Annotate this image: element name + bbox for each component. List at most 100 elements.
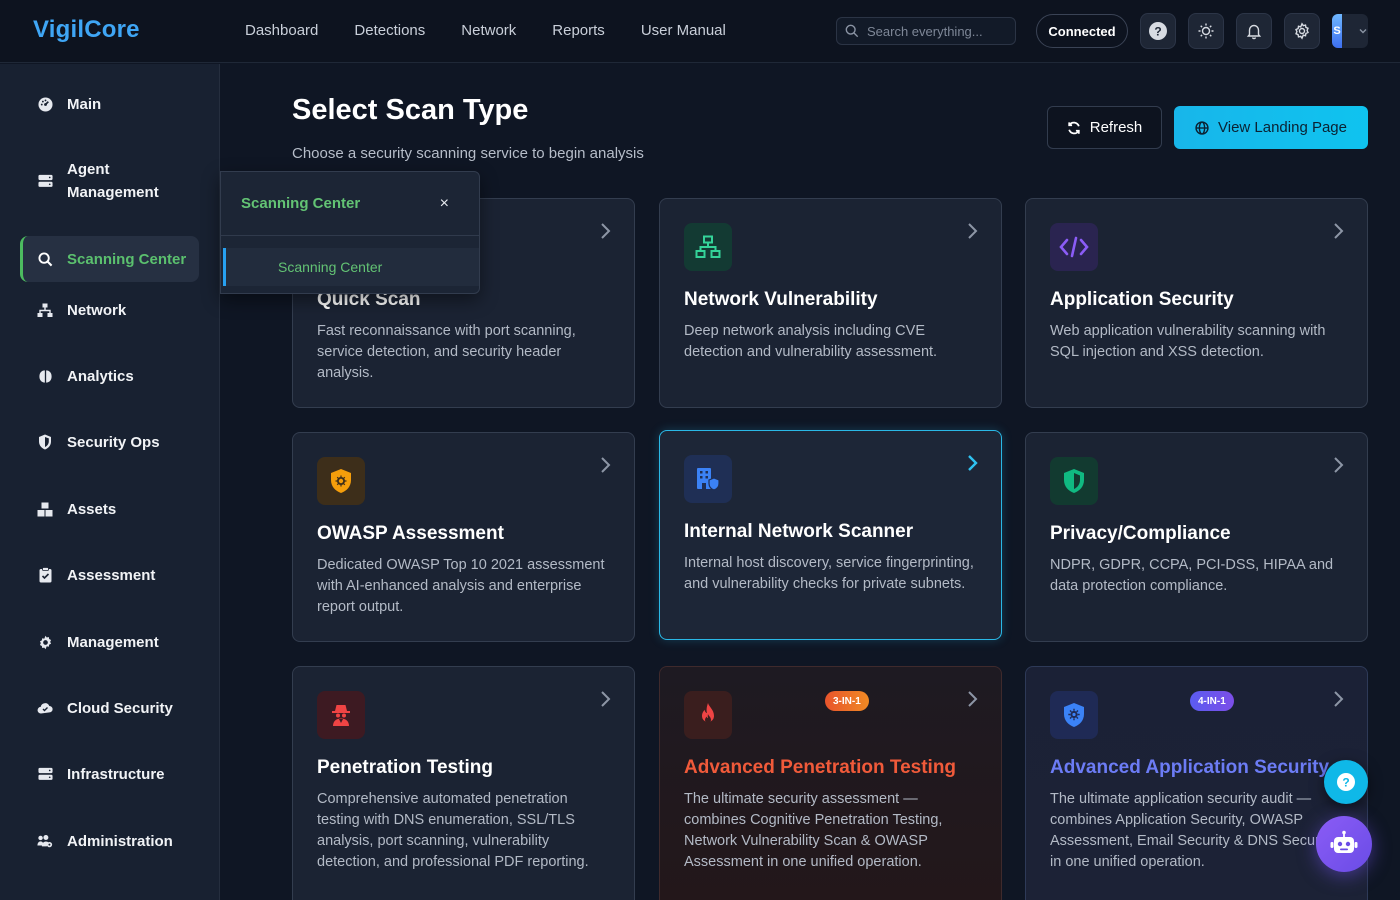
card-description: NDPR, GDPR, CCPA, PCI-DSS, HIPAA and dat… (1050, 557, 1334, 594)
chevron-right-icon (1334, 223, 1344, 239)
sidebar-item-assets[interactable]: Assets (20, 498, 199, 520)
card-privacy-compliance[interactable]: Privacy/Compliance NDPR, GDPR, CCPA, PCI… (1025, 432, 1368, 642)
svg-text:?: ? (1154, 25, 1161, 39)
shield-half-icon (1050, 457, 1098, 505)
nav-detections[interactable]: Detections (354, 22, 425, 39)
card-title: Application Security (1050, 289, 1234, 310)
nav-dashboard[interactable]: Dashboard (245, 22, 318, 39)
card-title: Advanced Application Security (1050, 757, 1330, 778)
brain-icon (37, 368, 53, 384)
help-button[interactable]: ? (1140, 13, 1176, 49)
theme-toggle-button[interactable] (1188, 13, 1224, 49)
help-chat-button[interactable]: ? (1324, 760, 1368, 804)
chevron-right-icon (1334, 691, 1344, 707)
sidebar-item-label: Analytics (67, 367, 134, 385)
sidebar-item-label: Assets (67, 500, 117, 518)
top-nav: Dashboard Detections Network Reports Use… (245, 22, 726, 39)
page-title: Select Scan Type (292, 94, 529, 126)
card-advanced-application-security[interactable]: 4-IN-1 Advanced Application Security The… (1025, 666, 1368, 900)
search-input[interactable] (867, 23, 1007, 39)
card-description: Fast reconnaissance with port scanning, … (317, 323, 576, 381)
card-title: Privacy/Compliance (1050, 523, 1231, 544)
bell-icon (1246, 24, 1262, 40)
settings-button[interactable] (1284, 13, 1320, 49)
user-menu[interactable]: S (1332, 14, 1368, 48)
card-description: The ultimate application security audit … (1050, 791, 1335, 870)
chevron-right-icon (968, 691, 978, 707)
bundle-badge: 3-IN-1 (825, 691, 869, 711)
card-penetration-testing[interactable]: Penetration Testing Comprehensive automa… (292, 666, 635, 900)
network-icon (37, 302, 53, 318)
card-internal-network-scanner[interactable]: Internal Network Scanner Internal host d… (659, 430, 1002, 640)
card-advanced-penetration-testing[interactable]: 3-IN-1 Advanced Penetration Testing The … (659, 666, 1002, 900)
network-icon (684, 223, 732, 271)
nav-network[interactable]: Network (461, 22, 516, 39)
connection-status[interactable]: Connected (1036, 14, 1128, 48)
card-title: OWASP Assessment (317, 523, 504, 544)
sidebar-item-label: Network (67, 301, 127, 319)
sidebar-item-label: Management (67, 633, 159, 651)
card-title: Advanced Penetration Testing (684, 757, 957, 778)
user-secret-icon (317, 691, 365, 739)
robot-icon (1330, 830, 1358, 853)
users-cog-icon (37, 833, 53, 849)
dashboard-gauge-icon (37, 96, 53, 112)
avatar[interactable]: S (1332, 14, 1342, 48)
refresh-button[interactable]: Refresh (1047, 106, 1162, 149)
sidebar-item-agent-management[interactable]: Agent Management (20, 158, 199, 204)
sidebar-item-security-ops[interactable]: Security Ops (20, 431, 199, 453)
svg-text:?: ? (1342, 776, 1349, 790)
help-icon: ? (1149, 22, 1167, 40)
bundle-badge: 4-IN-1 (1190, 691, 1234, 711)
shield-bug-icon (317, 457, 365, 505)
page-subtitle: Choose a security scanning service to be… (292, 145, 644, 162)
sidebar-item-network[interactable]: Network (20, 299, 199, 321)
search-icon (37, 251, 53, 267)
search-box[interactable] (836, 17, 1016, 45)
sidebar-item-analytics[interactable]: Analytics (20, 365, 199, 387)
sidebar-item-assessment[interactable]: Assessment (20, 564, 199, 586)
sidebar-item-scanning-center[interactable]: Scanning Center (20, 236, 199, 282)
sun-icon (1198, 23, 1214, 39)
flyout-header: Scanning Center × (221, 172, 479, 236)
chevron-right-icon (1334, 457, 1344, 473)
shield-icon (37, 434, 53, 450)
card-owasp-assessment[interactable]: OWASP Assessment Dedicated OWASP Top 10 … (292, 432, 635, 642)
notifications-button[interactable] (1236, 13, 1272, 49)
server-icon (37, 766, 53, 782)
close-icon[interactable]: × (440, 195, 449, 213)
chevron-right-icon (601, 223, 611, 239)
shield-gear-icon (1050, 691, 1098, 739)
card-description: Dedicated OWASP Top 10 2021 assessment w… (317, 557, 605, 615)
search-icon (845, 24, 859, 38)
flyout-item-scanning-center[interactable]: Scanning Center (223, 248, 479, 286)
refresh-icon (1068, 121, 1080, 134)
sidebar-item-management[interactable]: Management (20, 631, 199, 653)
card-title: Network Vulnerability (684, 289, 878, 310)
sidebar-item-administration[interactable]: Administration (20, 830, 199, 852)
code-icon (1050, 223, 1098, 271)
view-landing-page-button[interactable]: View Landing Page (1174, 106, 1368, 149)
refresh-label: Refresh (1089, 119, 1143, 136)
card-description: The ultimate security assessment — combi… (684, 791, 943, 870)
scanning-center-flyout: Scanning Center × Scanning Center (220, 171, 480, 294)
question-icon: ? (1337, 773, 1355, 791)
sidebar-item-label: Scanning Center (67, 250, 187, 268)
sidebar-item-label: Security Ops (67, 433, 160, 451)
sidebar-item-cloud-security[interactable]: Cloud Security (20, 697, 199, 719)
brand-logo[interactable]: VigilCore (33, 16, 140, 44)
card-description: Web application vulnerability scanning w… (1050, 323, 1326, 360)
card-network-vulnerability[interactable]: Network Vulnerability Deep network analy… (659, 198, 1002, 408)
server-icon (37, 173, 53, 189)
sidebar-item-main[interactable]: Main (20, 93, 199, 115)
sidebar-item-infrastructure[interactable]: Infrastructure (20, 763, 199, 785)
nav-reports[interactable]: Reports (552, 22, 605, 39)
cog-icon (37, 634, 53, 650)
card-application-security[interactable]: Application Security Web application vul… (1025, 198, 1368, 408)
ai-assistant-button[interactable] (1316, 816, 1372, 872)
building-shield-icon (684, 455, 732, 503)
flyout-title: Scanning Center (241, 195, 361, 212)
view-landing-label: View Landing Page (1218, 119, 1347, 136)
nav-user-manual[interactable]: User Manual (641, 22, 726, 39)
globe-icon (1195, 120, 1209, 135)
